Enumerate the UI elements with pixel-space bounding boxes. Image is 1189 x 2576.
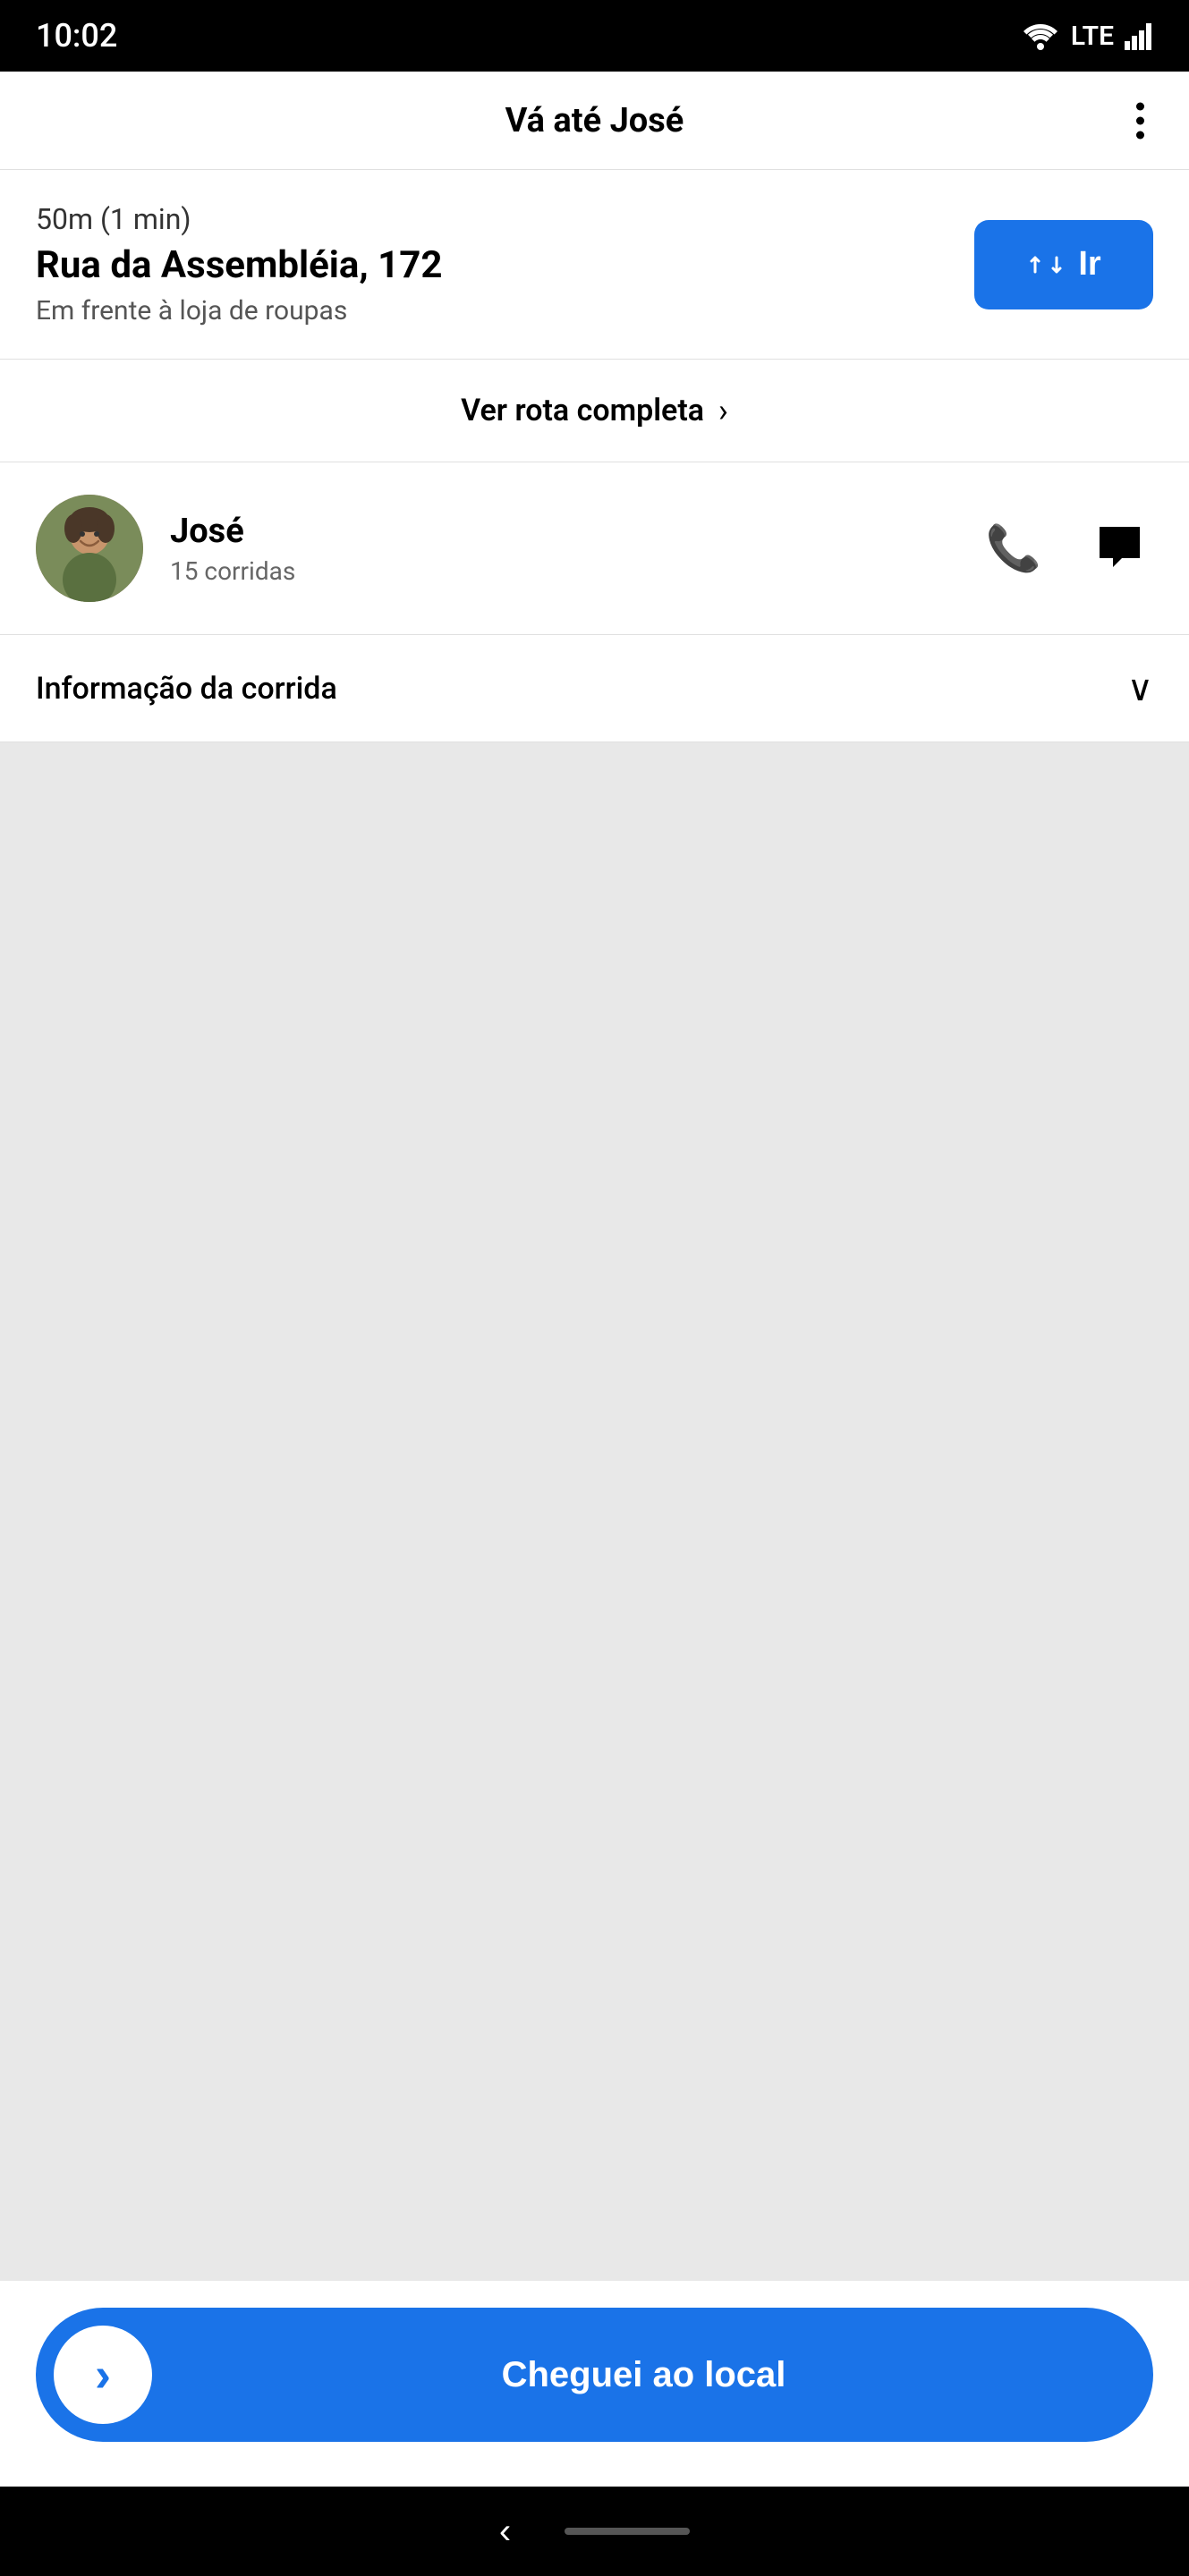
route-address: Rua da Assembléia, 172 bbox=[36, 243, 947, 288]
bottom-section: › Cheguei ao local bbox=[0, 2281, 1189, 2487]
status-icons: LTE bbox=[1021, 21, 1153, 52]
ride-info-label: Informação da corrida bbox=[36, 671, 337, 707]
chat-icon bbox=[1095, 522, 1144, 572]
view-route-section[interactable]: Ver rota completa › bbox=[0, 360, 1189, 462]
driver-rides: 15 corridas bbox=[170, 556, 950, 586]
chevron-right-icon: › bbox=[718, 392, 728, 429]
driver-name: José bbox=[170, 512, 950, 551]
view-route-label: Ver rota completa bbox=[461, 393, 704, 428]
route-info-section: 50m (1 min) Rua da Assembléia, 172 Em fr… bbox=[0, 170, 1189, 360]
bottom-nav-bar: ‹ bbox=[0, 2487, 1189, 2576]
page-title: Vá até José bbox=[505, 101, 684, 140]
back-button[interactable]: ‹ bbox=[499, 2512, 511, 2552]
route-landmark: Em frente à loja de roupas bbox=[36, 295, 947, 326]
arrived-button-label: Cheguei ao local bbox=[152, 2355, 1135, 2395]
status-time: 10:02 bbox=[36, 17, 117, 55]
route-text: 50m (1 min) Rua da Assembléia, 172 Em fr… bbox=[36, 202, 947, 326]
arrived-button[interactable]: › Cheguei ao local bbox=[36, 2308, 1153, 2442]
call-button[interactable]: 📞 bbox=[977, 513, 1050, 584]
more-options-button[interactable] bbox=[1127, 93, 1153, 148]
app-container: Vá até José 50m (1 min) Rua da Assembléi… bbox=[0, 72, 1189, 2487]
dot-2 bbox=[1136, 116, 1144, 124]
go-button[interactable]: Ir bbox=[974, 220, 1153, 309]
back-icon: ‹ bbox=[499, 2512, 511, 2551]
map-area bbox=[0, 742, 1189, 2281]
wifi-icon bbox=[1021, 21, 1060, 50]
header: Vá até José bbox=[0, 72, 1189, 170]
status-bar: 10:02 LTE bbox=[0, 0, 1189, 72]
driver-section: José 15 corridas 📞 bbox=[0, 462, 1189, 635]
dot-3 bbox=[1136, 131, 1144, 139]
route-icon bbox=[1026, 245, 1066, 284]
dot-1 bbox=[1136, 102, 1144, 110]
signal-icon bbox=[1125, 21, 1153, 50]
driver-actions: 📞 bbox=[977, 513, 1153, 584]
arrived-btn-circle: › bbox=[54, 2326, 152, 2424]
home-indicator[interactable] bbox=[565, 2528, 690, 2535]
phone-icon: 📞 bbox=[986, 523, 1041, 573]
driver-info: José 15 corridas bbox=[170, 512, 950, 586]
driver-avatar-image bbox=[36, 495, 143, 602]
chevron-down-icon: ∨ bbox=[1127, 667, 1153, 709]
message-button[interactable] bbox=[1086, 513, 1153, 583]
avatar bbox=[36, 495, 143, 602]
go-button-label: Ir bbox=[1078, 245, 1100, 284]
lte-label: LTE bbox=[1071, 21, 1114, 52]
ride-info-section[interactable]: Informação da corrida ∨ bbox=[0, 635, 1189, 742]
route-distance: 50m (1 min) bbox=[36, 202, 947, 236]
chevron-right-icon: › bbox=[95, 2347, 111, 2402]
